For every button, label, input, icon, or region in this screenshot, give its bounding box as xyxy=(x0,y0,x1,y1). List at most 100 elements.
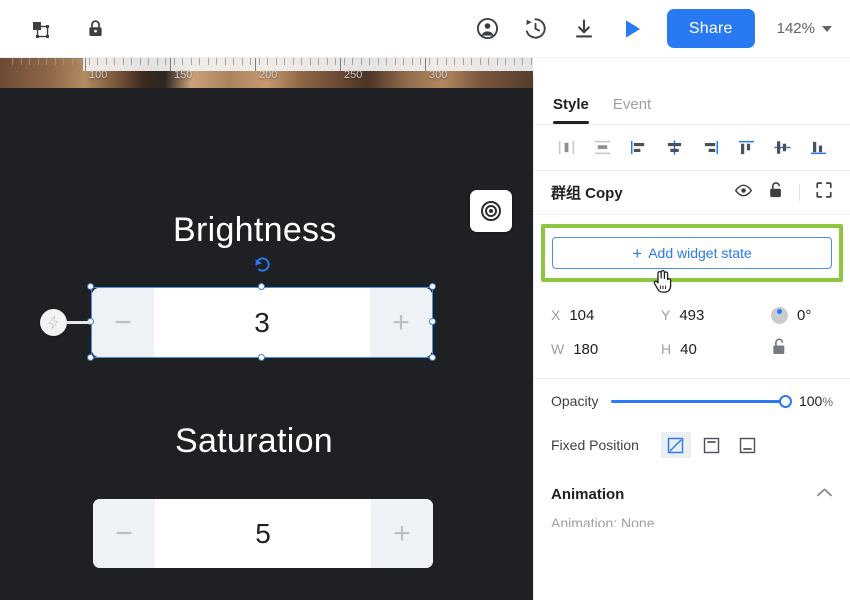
chevron-up-icon[interactable] xyxy=(816,485,833,503)
ruler-tick xyxy=(369,58,370,65)
size-row: W 180 H 40 xyxy=(551,332,833,366)
align-left-icon[interactable] xyxy=(620,133,656,163)
distribute-vertical-icon[interactable] xyxy=(584,133,620,163)
history-icon[interactable] xyxy=(523,16,549,42)
share-button[interactable]: Share xyxy=(666,9,755,48)
rotation-dial-icon[interactable] xyxy=(771,306,788,324)
layer-name: 群组 Copy xyxy=(551,185,623,202)
alignment-toolbar xyxy=(534,125,850,171)
w-field[interactable]: W 180 xyxy=(551,341,661,358)
lock-icon[interactable] xyxy=(82,16,108,42)
selection-handle-nw[interactable] xyxy=(87,283,94,290)
canvas-stage[interactable]: Brightness − 3 + Saturation − 5 + xyxy=(0,88,533,600)
ruler-tick-major xyxy=(170,58,171,71)
ruler-tick xyxy=(199,58,200,65)
account-icon[interactable] xyxy=(475,16,501,42)
align-top-icon[interactable] xyxy=(728,133,764,163)
fixed-top-icon[interactable] xyxy=(696,432,727,458)
brightness-increment-button[interactable]: + xyxy=(370,288,432,357)
align-center-horizontal-icon[interactable] xyxy=(656,133,692,163)
selection-handle-n[interactable] xyxy=(258,283,265,290)
align-right-icon[interactable] xyxy=(692,133,728,163)
ruler-tick xyxy=(122,58,124,65)
tab-event[interactable]: Event xyxy=(613,96,651,124)
aspect-unlock-icon[interactable] xyxy=(771,337,788,361)
distribute-horizontal-icon[interactable] xyxy=(548,133,584,163)
ruler-tick xyxy=(513,58,515,65)
stepper-brightness[interactable]: − 3 + xyxy=(92,288,432,357)
rotation-field[interactable]: 0° xyxy=(771,306,811,324)
selection-handle-s[interactable] xyxy=(258,354,265,361)
tab-style[interactable]: Style xyxy=(553,96,589,124)
ruler-tick xyxy=(445,58,447,65)
divider xyxy=(799,184,800,201)
x-value[interactable]: 104 xyxy=(569,307,594,324)
stepper-saturation[interactable]: − 5 + xyxy=(93,499,433,568)
selection-handle-se[interactable] xyxy=(429,354,436,361)
x-field[interactable]: X 104 xyxy=(551,307,661,324)
ruler-tick xyxy=(352,58,353,65)
ruler-tick xyxy=(454,58,455,65)
ruler-tick xyxy=(326,58,328,65)
ruler-tick xyxy=(216,58,217,65)
unlock-icon[interactable] xyxy=(768,181,784,204)
ruler-tick xyxy=(71,58,73,65)
lightning-bolt-icon[interactable] xyxy=(40,309,67,336)
ruler-tick xyxy=(301,58,302,65)
ruler-tick-label: 150 xyxy=(174,69,193,81)
ruler-tick-label: 250 xyxy=(344,69,363,81)
rotation-value[interactable]: 0° xyxy=(797,307,811,324)
selection-handle-sw[interactable] xyxy=(87,354,94,361)
saturation-value[interactable]: 5 xyxy=(155,499,371,568)
ruler-tick xyxy=(190,58,192,65)
ruler-tick xyxy=(292,58,294,65)
fixed-bottom-icon[interactable] xyxy=(732,432,763,458)
ruler-tick xyxy=(156,58,158,65)
widget-trigger-connector[interactable] xyxy=(40,309,91,336)
fixed-none-icon[interactable] xyxy=(660,432,691,458)
ruler-tick xyxy=(318,58,319,65)
ruler-tick xyxy=(88,58,90,65)
align-bottom-icon[interactable] xyxy=(800,133,836,163)
ruler-tick-major xyxy=(340,58,341,71)
brightness-value[interactable]: 3 xyxy=(154,288,370,357)
opacity-slider-knob[interactable] xyxy=(778,394,792,408)
saturation-increment-button[interactable]: + xyxy=(371,499,433,568)
y-field[interactable]: Y 493 xyxy=(661,307,771,324)
canvas-area[interactable]: 100 150 200 250 300 Brightness − 3 + Sat… xyxy=(0,58,533,600)
opacity-value-group[interactable]: 100% xyxy=(799,393,833,409)
selection-handle-e[interactable] xyxy=(429,318,436,325)
ruler-tick-label: 300 xyxy=(429,69,448,81)
animation-section-header[interactable]: Animation xyxy=(534,473,850,515)
brightness-decrement-button[interactable]: − xyxy=(92,288,154,357)
h-value[interactable]: 40 xyxy=(680,341,697,358)
ruler-tick xyxy=(411,58,413,65)
horizontal-ruler[interactable]: 100 150 200 250 300 xyxy=(0,58,533,88)
eye-icon[interactable] xyxy=(734,183,753,203)
target-icon[interactable] xyxy=(470,190,512,232)
fit-icon[interactable] xyxy=(815,181,833,204)
h-field[interactable]: H 40 xyxy=(661,341,771,358)
play-icon[interactable] xyxy=(619,16,645,42)
fixed-position-label: Fixed Position xyxy=(551,437,639,453)
group-frame-icon[interactable] xyxy=(28,16,54,42)
selection-handle-ne[interactable] xyxy=(429,283,436,290)
rotate-icon[interactable] xyxy=(252,254,273,281)
saturation-decrement-button[interactable]: − xyxy=(93,499,155,568)
layer-name-row: 群组 Copy xyxy=(534,171,850,215)
opacity-value: 100 xyxy=(798,393,823,409)
ruler-tick xyxy=(471,58,472,65)
opacity-slider[interactable] xyxy=(611,394,792,408)
fixed-position-options xyxy=(660,432,769,458)
y-label: Y xyxy=(661,306,671,323)
add-widget-state-button[interactable]: + Add widget state xyxy=(552,237,832,269)
w-value[interactable]: 180 xyxy=(573,341,598,358)
zoom-level-selector[interactable]: 142% xyxy=(777,20,832,37)
toolbar-left-group xyxy=(0,16,108,42)
download-icon[interactable] xyxy=(571,16,597,42)
align-middle-vertical-icon[interactable] xyxy=(764,133,800,163)
toolbar-right-group: Share 142% xyxy=(475,9,850,48)
panel-tabs: Style Event xyxy=(534,71,850,125)
y-value[interactable]: 493 xyxy=(679,307,704,324)
ruler-tick xyxy=(97,58,98,65)
